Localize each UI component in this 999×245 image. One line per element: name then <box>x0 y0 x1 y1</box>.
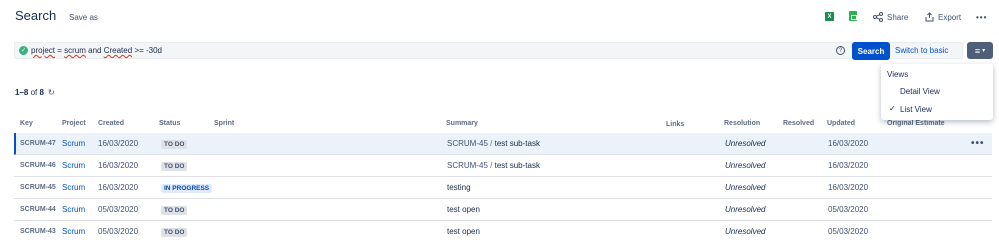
status-badge: TO DO <box>161 228 188 237</box>
table-row[interactable]: SCRUM-44 Scrum 05/03/2020 TO DO test ope… <box>14 199 992 221</box>
resolution-text: Unresolved <box>725 227 766 236</box>
resolution-text: Unresolved <box>725 161 766 170</box>
summary-text[interactable]: test open <box>447 227 480 236</box>
created-date: 05/03/2020 <box>98 205 139 214</box>
view-switcher-button[interactable]: ≡ ▾ <box>967 42 993 59</box>
column-header-status[interactable]: Status <box>159 120 180 127</box>
help-icon[interactable]: ? <box>836 46 845 55</box>
views-menu-heading: Views <box>887 70 909 79</box>
share-label: Share <box>887 12 909 22</box>
updated-date: 16/03/2020 <box>828 183 869 192</box>
switch-to-basic-link[interactable]: Switch to basic <box>895 46 948 55</box>
share-icon <box>873 12 883 22</box>
created-date: 16/03/2020 <box>98 161 139 170</box>
resolution-text: Unresolved <box>725 183 766 192</box>
status-badge: TO DO <box>161 206 188 215</box>
project-link[interactable]: Scrum <box>62 139 85 148</box>
issue-key[interactable]: SCRUM-46 <box>20 162 56 169</box>
column-header-updated[interactable]: Updated <box>827 120 855 127</box>
excel-export-icon[interactable]: X <box>825 12 834 21</box>
project-link[interactable]: Scrum <box>62 205 85 214</box>
column-header-key[interactable]: Key <box>20 120 33 127</box>
updated-date: 05/03/2020 <box>828 227 869 236</box>
updated-date: 05/03/2020 <box>828 205 869 214</box>
row-more-actions-icon[interactable]: ••• <box>971 138 985 149</box>
jql-query-text: project = scrum and Created >= -30d <box>31 46 162 55</box>
column-header-sprint[interactable]: Sprint <box>214 120 234 127</box>
status-badge: TO DO <box>161 162 188 171</box>
checkmark-icon: ✓ <box>889 104 896 113</box>
summary-text[interactable]: SCRUM-45 / test sub-task <box>447 139 540 148</box>
google-sheets-icon[interactable] <box>849 11 857 21</box>
table-row[interactable]: SCRUM-45 Scrum 16/03/2020 IN PROGRESS te… <box>14 177 992 199</box>
project-link[interactable]: Scrum <box>62 183 85 192</box>
status-badge: IN PROGRESS <box>161 184 213 193</box>
menu-item-detail-view[interactable]: Detail View <box>900 87 940 96</box>
export-button[interactable]: Export <box>925 11 961 23</box>
updated-date: 16/03/2020 <box>828 161 869 170</box>
views-dropdown-menu: Views Detail View ✓ List View <box>881 64 993 120</box>
column-header-links[interactable]: Links <box>666 121 684 128</box>
excel-icon-glyph: X <box>827 13 832 20</box>
export-icon <box>925 12 934 22</box>
share-button[interactable]: Share <box>873 11 908 23</box>
summary-text[interactable]: testing <box>447 183 471 192</box>
valid-query-check-icon: ✓ <box>19 46 28 55</box>
more-actions-button[interactable]: ••• <box>976 11 987 23</box>
resolution-text: Unresolved <box>725 139 766 148</box>
issue-key[interactable]: SCRUM-47 <box>20 140 56 147</box>
save-as-button[interactable]: Save as <box>69 13 98 22</box>
column-header-created[interactable]: Created <box>98 120 124 127</box>
issue-key[interactable]: SCRUM-45 <box>20 184 56 191</box>
column-header-original-estimate[interactable]: Original Estimate <box>887 120 945 127</box>
project-link[interactable]: Scrum <box>62 161 85 170</box>
table-row[interactable]: SCRUM-46 Scrum 16/03/2020 TO DO SCRUM-45… <box>14 155 992 177</box>
search-button[interactable]: Search <box>852 42 890 60</box>
column-header-project[interactable]: Project <box>62 120 86 127</box>
summary-text[interactable]: test open <box>447 205 480 214</box>
export-label: Export <box>938 12 962 22</box>
issue-key[interactable]: SCRUM-44 <box>20 206 56 213</box>
summary-text[interactable]: SCRUM-45 / test sub-task <box>447 161 540 170</box>
refresh-icon[interactable]: ↻ <box>48 88 55 97</box>
project-link[interactable]: Scrum <box>62 227 85 236</box>
page-title: Search <box>15 8 57 23</box>
result-count: 1–8 of 8 ↻ <box>15 88 55 97</box>
issue-key[interactable]: SCRUM-43 <box>20 228 56 235</box>
updated-date: 16/03/2020 <box>828 139 869 148</box>
column-header-resolution[interactable]: Resolution <box>724 120 760 127</box>
created-date: 16/03/2020 <box>98 183 139 192</box>
status-badge: TO DO <box>161 140 188 149</box>
jql-search-input[interactable]: ✓ project = scrum and Created >= -30d <box>14 42 963 59</box>
created-date: 16/03/2020 <box>98 139 139 148</box>
list-view-icon: ≡ <box>974 45 981 56</box>
column-header-summary[interactable]: Summary <box>446 120 478 127</box>
column-header-resolved[interactable]: Resolved <box>783 120 814 127</box>
created-date: 05/03/2020 <box>98 227 139 236</box>
table-row[interactable]: SCRUM-47 Scrum 16/03/2020 TO DO SCRUM-45… <box>14 133 992 155</box>
menu-item-list-view[interactable]: List View <box>900 105 932 114</box>
table-row[interactable]: SCRUM-43 Scrum 05/03/2020 TO DO test ope… <box>14 221 992 243</box>
resolution-text: Unresolved <box>725 205 766 214</box>
chevron-down-icon: ▾ <box>982 48 986 54</box>
